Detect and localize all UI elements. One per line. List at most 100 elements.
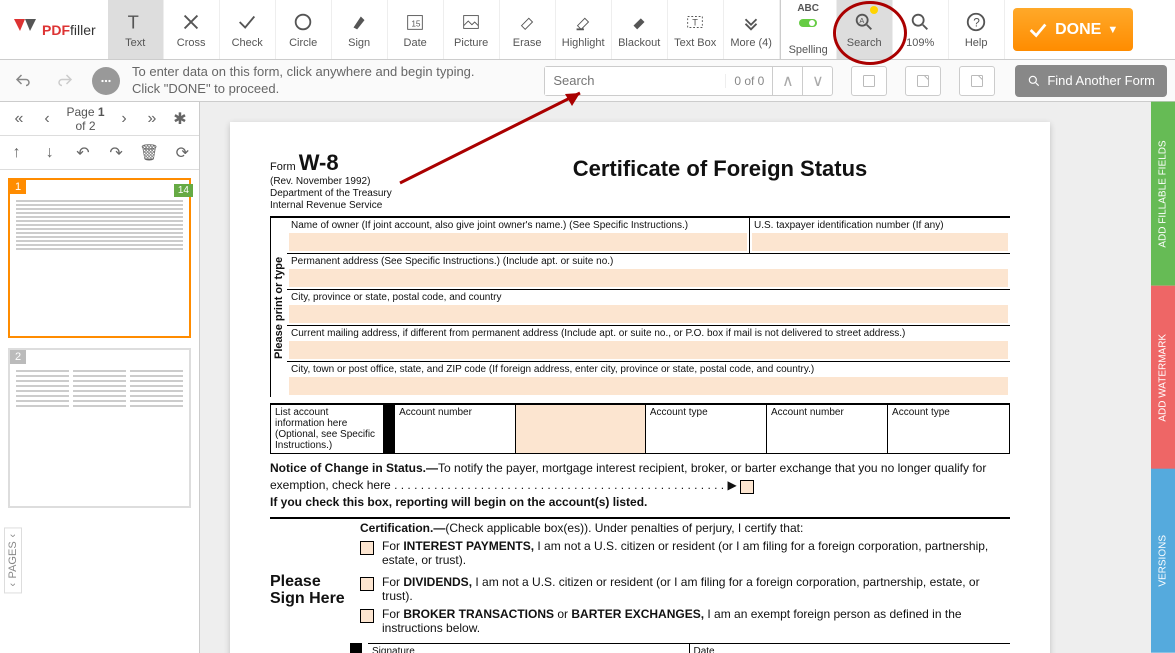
broker-checkbox[interactable] <box>360 609 374 623</box>
hint-text: To enter data on this form, click anywhe… <box>132 64 475 98</box>
city2-field[interactable] <box>289 377 1008 395</box>
thumbnails: 1 14 2 <box>0 170 199 653</box>
name-label: Name of owner (If joint account, also gi… <box>287 218 749 233</box>
broker-text: For BROKER TRANSACTIONS or BARTER EXCHAN… <box>382 607 1010 635</box>
form-title: Certificate of Foreign Status <box>430 150 1010 212</box>
dividends-checkbox[interactable] <box>360 577 374 591</box>
date-field[interactable]: Date <box>690 644 1011 653</box>
dividends-text: For DIVIDENDS, I am not a U.S. citizen o… <box>382 575 1010 603</box>
search-tool[interactable]: ASearch <box>837 0 893 59</box>
next-page-button[interactable]: › <box>111 106 137 132</box>
refresh-button[interactable]: ⟳ <box>169 140 195 166</box>
delete-page-button[interactable]: 🗑 <box>136 140 162 166</box>
erase-tool[interactable]: Erase <box>500 0 556 59</box>
document-page: Form W-8 (Rev. November 1992) Department… <box>230 122 1050 653</box>
rotate-cw-button[interactable]: ↷ <box>103 140 129 166</box>
print-type-label: Please print or type <box>270 218 287 397</box>
thumbnail-2[interactable]: 2 <box>8 348 191 508</box>
check-tool[interactable]: Check <box>220 0 276 59</box>
tools-group: TText Cross Check Circle Sign 15Date Pic… <box>108 0 780 59</box>
city1-field[interactable] <box>289 305 1008 323</box>
add-watermark-button[interactable]: ADD WATERMARK <box>1151 286 1175 470</box>
comment-icon[interactable] <box>92 67 120 95</box>
search-input[interactable] <box>545 67 725 95</box>
secondary-toolbar: To enter data on this form, click anywhe… <box>0 60 1175 102</box>
sign-tool[interactable]: Sign <box>332 0 388 59</box>
tin-label: U.S. taxpayer identification number (If … <box>750 218 1010 233</box>
page-controls: « ‹ Page 1 of 2 › » ✱ <box>0 102 199 136</box>
pdffiller-logo-icon <box>12 17 38 43</box>
textbox-tool[interactable]: TText Box <box>668 0 724 59</box>
interest-checkbox[interactable] <box>360 541 374 555</box>
search-prev-button[interactable]: ∧ <box>772 67 802 95</box>
account-row: List account information here (Optional,… <box>270 403 1010 454</box>
document-viewport[interactable]: Form W-8 (Rev. November 1992) Department… <box>200 102 1151 653</box>
last-page-button[interactable]: » <box>139 106 165 132</box>
logo: PDFfiller <box>0 0 108 59</box>
search-result-count: 0 of 0 <box>725 74 772 88</box>
perm-addr-label: Permanent address (See Specific Instruct… <box>287 254 1010 269</box>
spelling-tool[interactable]: ABCSpelling <box>781 0 837 59</box>
undo-button[interactable] <box>8 66 38 96</box>
mail-addr-label: Current mailing address, if different fr… <box>287 326 1010 341</box>
svg-text:T: T <box>128 11 139 32</box>
add-fillable-fields-button[interactable]: ADD FILLABLE FIELDS <box>1151 102 1175 286</box>
mail-addr-field[interactable] <box>289 341 1008 359</box>
notice-text: Notice of Change in Status.—To notify th… <box>270 454 1010 518</box>
notice-checkbox[interactable] <box>740 480 754 494</box>
prev-page-button[interactable]: ‹ <box>34 106 60 132</box>
thumb-number: 1 <box>10 180 26 194</box>
tools-right: ABCSpelling ASearch 109% ?Help <box>781 0 1005 59</box>
cross-tool[interactable]: Cross <box>164 0 220 59</box>
help-tool[interactable]: ?Help <box>949 0 1005 59</box>
svg-text:?: ? <box>973 15 980 29</box>
move-down-button[interactable]: ↓ <box>37 140 63 166</box>
acct-type-label-2: Account type <box>888 405 1009 453</box>
text-tool[interactable]: TText <box>108 0 164 59</box>
form-header-left: Form W-8 (Rev. November 1992) Department… <box>270 150 430 212</box>
tool-icon-3[interactable] <box>959 66 995 96</box>
acct-info-label: List account information here (Optional,… <box>271 405 384 453</box>
tin-field[interactable] <box>752 233 1008 251</box>
page-settings-button[interactable]: ✱ <box>167 106 193 132</box>
svg-text:15: 15 <box>412 19 422 28</box>
acct-num-label-2: Account number <box>767 405 888 453</box>
tool-icon-2[interactable] <box>905 66 941 96</box>
zoom-tool[interactable]: 109% <box>893 0 949 59</box>
thumbnail-1[interactable]: 1 14 <box>8 178 191 338</box>
fields-badge: 14 <box>174 184 193 197</box>
tool-icon-1[interactable] <box>851 66 887 96</box>
city2-label: City, town or post office, state, and ZI… <box>287 362 1010 377</box>
search-next-button[interactable]: ∨ <box>802 67 832 95</box>
svg-text:T: T <box>692 17 698 27</box>
thumb-number: 2 <box>10 350 26 364</box>
circle-tool[interactable]: Circle <box>276 0 332 59</box>
date-tool[interactable]: 15Date <box>388 0 444 59</box>
thumb-controls: ↑ ↓ ↶ ↷ 🗑 ⟳ <box>0 136 199 170</box>
main-toolbar: PDFfiller TText Cross Check Circle Sign … <box>0 0 1175 60</box>
acct-num-field-1[interactable] <box>516 405 646 453</box>
picture-tool[interactable]: Picture <box>444 0 500 59</box>
main-area: « ‹ Page 1 of 2 › » ✱ ↑ ↓ ↶ ↷ 🗑 ⟳ 1 14 2 <box>0 102 1175 653</box>
logo-text: PDFfiller <box>42 22 96 38</box>
perm-addr-field[interactable] <box>289 269 1008 287</box>
name-field[interactable] <box>289 233 747 251</box>
cert-label: Certification.—(Check applicable box(es)… <box>360 521 803 535</box>
move-up-button[interactable]: ↑ <box>4 140 30 166</box>
versions-button[interactable]: VERSIONS <box>1151 469 1175 653</box>
signature-field[interactable]: Signature <box>368 644 690 653</box>
sidebar: « ‹ Page 1 of 2 › » ✱ ↑ ↓ ↶ ↷ 🗑 ⟳ 1 14 2 <box>0 102 200 653</box>
rotate-ccw-button[interactable]: ↶ <box>70 140 96 166</box>
redo-button[interactable] <box>50 66 80 96</box>
blackout-tool[interactable]: Blackout <box>612 0 668 59</box>
first-page-button[interactable]: « <box>6 106 32 132</box>
right-rail: ADD FILLABLE FIELDS ADD WATERMARK VERSIO… <box>1151 102 1175 653</box>
acct-num-label-1: Account number <box>395 405 516 453</box>
done-button[interactable]: DONE▼ <box>1013 8 1133 51</box>
more-tools[interactable]: More (4) <box>724 0 780 59</box>
search-box: 0 of 0 ∧ ∨ <box>544 66 833 96</box>
highlight-tool[interactable]: Highlight <box>556 0 612 59</box>
pages-tab[interactable]: ‹PAGES‹ <box>4 527 22 593</box>
interest-text: For INTEREST PAYMENTS, I am not a U.S. c… <box>382 539 1010 567</box>
find-another-form-button[interactable]: Find Another Form <box>1015 65 1167 97</box>
